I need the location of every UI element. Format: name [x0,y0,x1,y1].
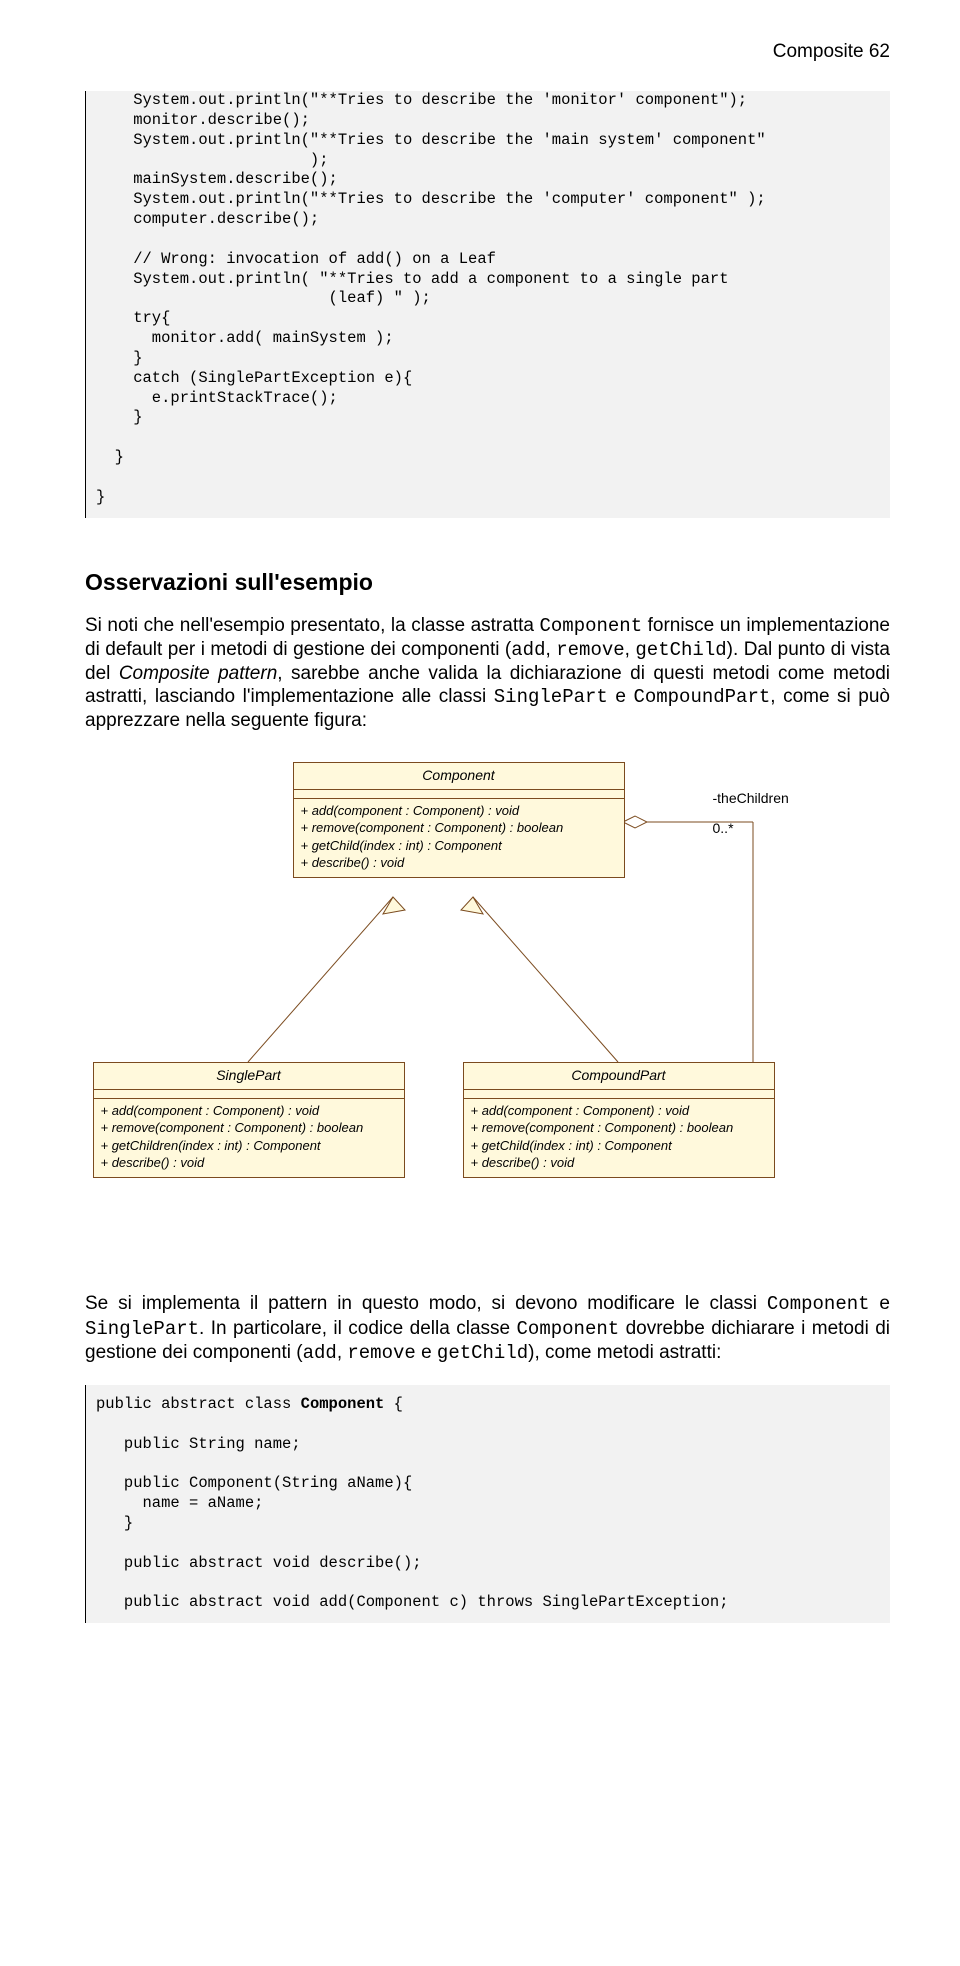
uml-method: + getChild(index : int) : Component [301,837,617,855]
uml-method: + add(component : Component) : void [301,802,617,820]
code-block-1: System.out.println("**Tries to describe … [85,91,890,517]
uml-method: + describe() : void [101,1154,397,1172]
uml-assoc-role: -theChildren [713,790,789,807]
text: Si noti che nell'esempio presentato, la … [85,615,539,636]
uml-method: + add(component : Component) : void [471,1102,767,1120]
code-inline: Component [539,615,642,637]
code-inline: SinglePart [85,1318,199,1340]
code-inline: SinglePart [494,686,608,708]
paragraph-2: Se si implementa il pattern in questo mo… [85,1292,890,1365]
text: , [337,1342,348,1363]
uml-class-compoundpart: CompoundPart + add(component : Component… [463,1062,775,1177]
text: . In particolare, il codice della classe [199,1318,517,1339]
text: e [416,1342,437,1363]
uml-method: + getChild(index : int) : Component [471,1137,767,1155]
code-inline: CompoundPart [633,686,770,708]
uml-method: + remove(component : Component) : boolea… [101,1119,397,1137]
code-inline: add [511,639,545,661]
code-inline: getChild [635,639,726,661]
uml-class-component: Component + add(component : Component) :… [293,762,625,877]
section-heading: Osservazioni sull'esempio [85,568,890,596]
text: ), come metodi astratti: [528,1342,721,1363]
code-inline: Component [517,1318,620,1340]
uml-method: + remove(component : Component) : boolea… [471,1119,767,1137]
uml-class-title: SinglePart [94,1063,404,1089]
uml-diagram: Component + add(component : Component) :… [85,762,890,1232]
text: , [545,639,556,660]
paragraph-1: Si noti che nell'esempio presentato, la … [85,614,890,733]
code-block-2: public abstract class Component { public… [85,1385,890,1623]
page-header: Composite 62 [85,40,890,63]
uml-method: + describe() : void [471,1154,767,1172]
code-inline: add [303,1342,337,1364]
code-text: { public String name; public Component(S… [96,1395,729,1611]
code-text: public abstract class [96,1395,301,1413]
code-inline: remove [347,1342,415,1364]
uml-method: + getChildren(index : int) : Component [101,1137,397,1155]
uml-method: + add(component : Component) : void [101,1102,397,1120]
uml-class-title: CompoundPart [464,1063,774,1089]
uml-class-singlepart: SinglePart + add(component : Component) … [93,1062,405,1177]
code-inline: Component [767,1293,870,1315]
uml-method: + remove(component : Component) : boolea… [301,819,617,837]
text: Se si implementa il pattern in questo mo… [85,1293,767,1314]
code-inline: remove [556,639,624,661]
text: , [625,639,636,660]
code-inline: getChild [437,1342,528,1364]
uml-class-title: Component [294,763,624,789]
text: e [870,1293,890,1314]
uml-method: + describe() : void [301,854,617,872]
text-italic: Composite pattern [119,663,277,684]
code-text-bold: Component [301,1395,385,1413]
uml-assoc-multiplicity: 0..* [713,820,734,837]
text: e [608,686,634,707]
